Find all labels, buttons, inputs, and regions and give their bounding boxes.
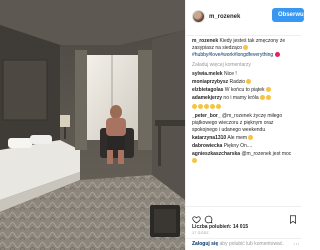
list-item: agnieszkaszcharska @m_rozenek jest moc	[192, 151, 297, 165]
comment-text: Piękny On....	[223, 143, 253, 149]
post-panel: m_rozenek Obserwuj m_rozenek Kiedy jeste…	[185, 0, 304, 250]
hotel-room-image	[0, 0, 185, 250]
comment-author[interactable]: elzbietagolas	[192, 87, 223, 93]
list-item: katarzyna1310 Ale mem	[192, 135, 297, 142]
emoji-icon	[198, 104, 203, 109]
list-item: sylwia.melek Nice !	[192, 71, 297, 78]
login-footer-text: aby polubić lub komentować.	[219, 241, 284, 247]
comment-author[interactable]: agnieszkaszcharska	[192, 151, 240, 157]
emoji-icon	[266, 95, 272, 100]
emoji-icon	[192, 104, 197, 109]
post-date: 17 GODZ.	[192, 231, 210, 235]
emoji-icon	[260, 95, 266, 100]
emoji-icon	[192, 158, 197, 163]
emoji-icon	[265, 87, 271, 92]
load-more-comments[interactable]: Załaduj więcej komentarzy	[192, 62, 297, 69]
follow-button[interactable]: Obserwuj	[272, 8, 304, 22]
more-options-icon[interactable]: ⋯	[293, 241, 300, 248]
caption-hashtags[interactable]: #hubby#love#work#longdfeverything	[192, 52, 273, 58]
comment-text: no i mamy króla	[223, 95, 259, 101]
login-link[interactable]: Zaloguj się	[192, 241, 218, 247]
comment-text: Nice !	[223, 71, 237, 77]
comment-text: W końcu to piątek	[224, 87, 265, 93]
list-item: elzbietagolas W końcu to piątek	[192, 87, 297, 94]
list-item: dabrowiecka Piękny On....	[192, 143, 297, 150]
caption: m_rozenek Kiedy jesteś tak zmęczony że z…	[192, 38, 297, 59]
avatar[interactable]	[192, 10, 205, 23]
emoji-icon	[216, 104, 221, 109]
comment-author[interactable]: _peter_bor_	[192, 113, 221, 119]
list-item: moniaprzybysz Radzio	[192, 79, 297, 86]
emoji-icon	[204, 104, 209, 109]
emoji-icon	[248, 135, 254, 140]
caption-author[interactable]: m_rozenek	[192, 38, 218, 44]
emoji-icon	[246, 79, 252, 84]
list-item: adamekjerzy no i mamy króla	[192, 95, 297, 102]
post-actions	[186, 206, 301, 224]
comments-list[interactable]: m_rozenek Kiedy jesteś tak zmęczony że z…	[186, 38, 301, 206]
list-item	[192, 104, 297, 111]
emoji-icon	[274, 52, 280, 57]
emoji-icon	[210, 104, 215, 109]
comment-text: Ale mem	[227, 135, 248, 141]
comment-author[interactable]: dabrowiecka	[192, 143, 222, 149]
comment-text: Radzio	[229, 79, 246, 85]
comment-author[interactable]: sylwia.melek	[192, 71, 223, 77]
list-item: _peter_bor_ @m_rozenek życzę miłego piąt…	[192, 113, 297, 134]
post-username[interactable]: m_rozenek	[209, 14, 240, 20]
likes-count[interactable]: Liczba polubień: 14 015	[192, 224, 248, 230]
comment-author[interactable]: katarzyna1310	[192, 135, 226, 141]
emoji-icon	[243, 45, 249, 50]
login-footer: Zaloguj się aby polubić lub komentować. …	[186, 238, 301, 250]
comment-author[interactable]: moniaprzybysz	[192, 79, 228, 85]
comment-text: @m_rozenek jest moc	[241, 151, 292, 157]
post-header: m_rozenek Obserwuj	[186, 0, 304, 36]
bookmark-icon[interactable]	[289, 211, 297, 229]
post-photo[interactable]	[0, 0, 185, 250]
comment-author[interactable]: adamekjerzy	[192, 95, 222, 101]
